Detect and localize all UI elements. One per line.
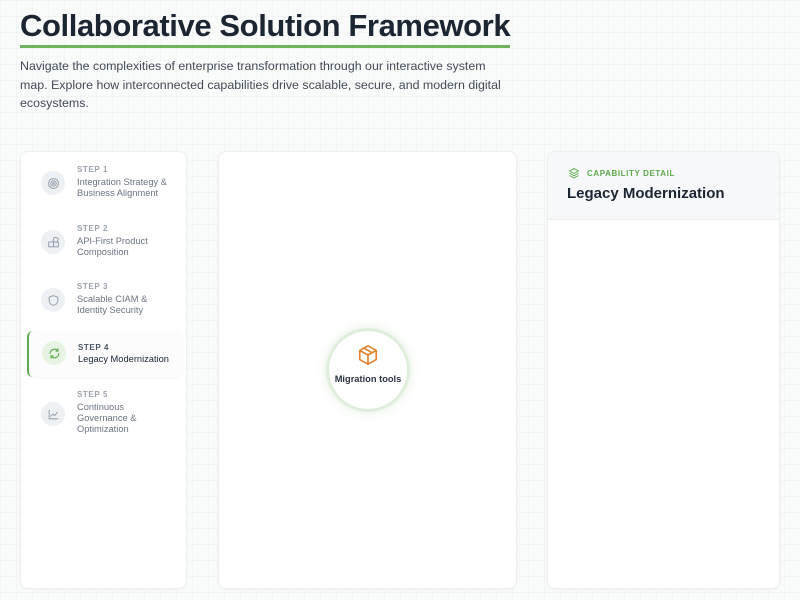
step-number: STEP 3 (77, 282, 109, 291)
step-item-1[interactable]: STEP 1 Integration Strategy & Business A… (27, 165, 182, 211)
detail-title: Legacy Modernization (567, 185, 725, 202)
step-item-2[interactable]: STEP 2 API-First Product Composition (27, 224, 182, 270)
line-chart-icon (41, 402, 65, 426)
step-item-3[interactable]: STEP 3 Scalable CIAM & Identity Security (27, 282, 182, 328)
step-number: STEP 5 (77, 390, 109, 399)
page-header: Collaborative Solution Framework (20, 8, 511, 48)
capability-detail-panel: CAPABILITY DETAIL Legacy Modernization (547, 151, 780, 589)
steps-panel: STEP 1 Integration Strategy & Business A… (20, 151, 187, 589)
target-icon (41, 171, 65, 195)
refresh-icon (42, 341, 66, 365)
shield-icon (41, 288, 65, 312)
step-number: STEP 2 (77, 224, 109, 233)
step-label: Legacy Modernization (78, 354, 169, 364)
system-map-panel: Migration tools (218, 151, 517, 589)
step-label: API-First Product Composition (77, 236, 148, 257)
page-title: Collaborative Solution Framework (20, 8, 511, 48)
step-item-4[interactable]: STEP 4 Legacy Modernization (27, 331, 182, 377)
step-number: STEP 4 (78, 343, 110, 352)
map-node-label: Migration tools (334, 374, 402, 384)
blocks-icon (41, 230, 65, 254)
step-number: STEP 1 (77, 165, 109, 174)
step-item-5[interactable]: STEP 5 Continuous Governance & Optimizat… (27, 390, 182, 436)
step-label: Scalable CIAM & Identity Security (77, 294, 148, 315)
detail-kicker: CAPABILITY DETAIL (587, 169, 675, 178)
package-icon (358, 345, 378, 365)
step-label: Continuous Governance & Optimization (77, 402, 137, 434)
map-node-migration-tools[interactable]: Migration tools (329, 331, 407, 409)
detail-header: CAPABILITY DETAIL Legacy Modernization (548, 152, 779, 220)
step-label: Integration Strategy & Business Alignmen… (77, 177, 167, 198)
page-subtitle: Navigate the complexities of enterprise … (20, 59, 501, 110)
layers-icon (569, 168, 579, 179)
